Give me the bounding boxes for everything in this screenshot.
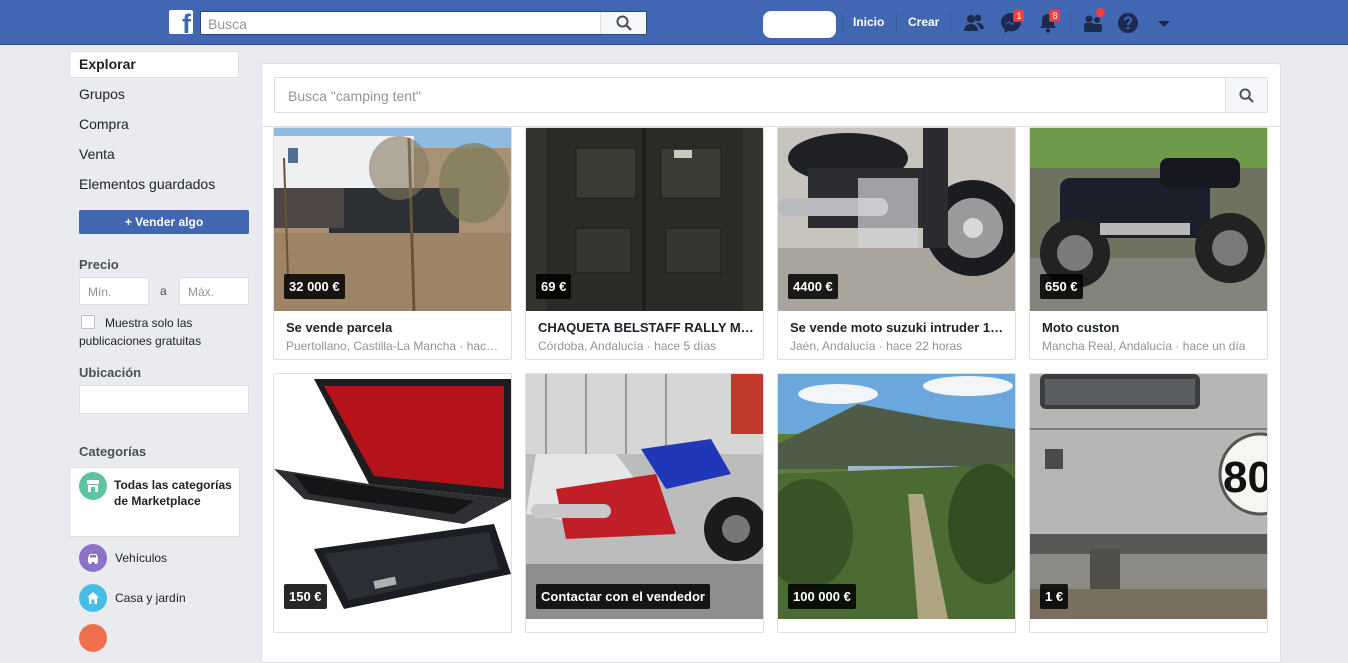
- listing-card[interactable]: 100 000 €: [777, 373, 1016, 633]
- contact-seller-badge: Contactar con el vendedor: [536, 584, 710, 609]
- listing-photo-rural-land: [778, 374, 1015, 619]
- listing-location-time: Mancha Real, Andalucía · hace un día: [1042, 339, 1246, 353]
- help-question-icon[interactable]: [1117, 12, 1139, 34]
- price-heading: Precio: [79, 257, 119, 272]
- nav-separator: [842, 14, 843, 32]
- new-activity-dot: [1096, 8, 1105, 17]
- listing-card[interactable]: Contactar con el vendedor: [525, 373, 764, 633]
- listing-photo-trailer: 80: [1030, 374, 1267, 619]
- categories-heading: Categorías: [79, 444, 147, 459]
- listing-card[interactable]: 150 €: [273, 373, 512, 633]
- nav-separator: [1070, 14, 1071, 32]
- price-max-input[interactable]: Máx.: [179, 277, 249, 305]
- notifications-badge: 8: [1049, 9, 1061, 22]
- nav-separator: [896, 14, 897, 32]
- listing-title[interactable]: CHAQUETA BELSTAFF RALLY MASTER: [538, 320, 754, 335]
- listing-title[interactable]: Moto custon: [1042, 320, 1258, 335]
- global-search-input[interactable]: Busca: [200, 11, 647, 35]
- home-link[interactable]: Inicio: [853, 15, 884, 29]
- sidebar-item-saved[interactable]: Elementos guardados: [69, 171, 239, 198]
- category-all-label[interactable]: Todas las categorías de Marketplace: [114, 477, 234, 509]
- sell-something-button[interactable]: + Vender algo: [79, 210, 249, 234]
- listing-location-time: Córdoba, Andalucía · hace 5 días: [538, 339, 717, 353]
- search-icon: [616, 15, 632, 31]
- listing-title[interactable]: Se vende moto suzuki intruder 1500: [790, 320, 1006, 335]
- profile-button[interactable]: [763, 11, 836, 38]
- marketplace-search-input[interactable]: Busca "camping tent": [274, 77, 1268, 113]
- sidebar-item-groups[interactable]: Grupos: [69, 81, 239, 108]
- listing-card[interactable]: 32 000 € Se vende parcela Puertollano, C…: [273, 127, 512, 360]
- car-icon[interactable]: [79, 544, 107, 572]
- listing-photo-sport-motorcycle: [526, 374, 763, 619]
- sidebar-item-buy[interactable]: Compra: [69, 111, 239, 138]
- marketplace-search-button[interactable]: [1225, 78, 1267, 112]
- location-input[interactable]: [79, 385, 249, 414]
- location-heading: Ubicación: [79, 365, 142, 380]
- category-vehicles-label[interactable]: Vehículos: [115, 551, 167, 565]
- sidebar-item-sell[interactable]: Venta: [69, 141, 239, 168]
- house-icon[interactable]: [79, 584, 107, 612]
- listing-price-badge: 4400 €: [788, 274, 838, 299]
- listing-card[interactable]: 4400 € Se vende moto suzuki intruder 150…: [777, 127, 1016, 360]
- category-home-garden-label[interactable]: Casa y jardín: [115, 591, 186, 605]
- create-link[interactable]: Crear: [908, 15, 939, 29]
- listing-price-badge: 150 €: [284, 584, 327, 609]
- search-icon: [1239, 88, 1254, 103]
- marketplace-search-placeholder: Busca "camping tent": [288, 88, 421, 104]
- top-navigation-bar: f Busca Inicio Crear 1 8: [0, 0, 1348, 45]
- price-min-input[interactable]: Mín.: [79, 277, 149, 305]
- global-search-placeholder: Busca: [208, 16, 247, 32]
- messages-badge: 1: [1013, 9, 1025, 22]
- listing-price-badge: 32 000 €: [284, 274, 345, 299]
- free-only-label[interactable]: Muestra solo las publicaciones gratuitas: [79, 314, 249, 350]
- category-more-icon[interactable]: [79, 624, 107, 652]
- listing-card[interactable]: 650 € Moto custon Mancha Real, Andalucía…: [1029, 127, 1268, 360]
- storefront-icon: [79, 472, 107, 500]
- global-search-button[interactable]: [600, 12, 646, 34]
- price-range-separator: a: [160, 284, 167, 298]
- friend-requests-icon[interactable]: [963, 12, 985, 34]
- listing-card[interactable]: 80 1 €: [1029, 373, 1268, 633]
- listing-photo-laptop: [274, 374, 511, 619]
- listing-price-badge: 100 000 €: [788, 584, 856, 609]
- facebook-logo-icon[interactable]: f: [169, 10, 193, 34]
- listing-title[interactable]: Se vende parcela: [286, 320, 502, 335]
- sidebar-item-explore[interactable]: Explorar: [69, 51, 239, 78]
- listing-price-badge: 650 €: [1040, 274, 1083, 299]
- listing-price-badge: 1 €: [1040, 584, 1069, 609]
- listing-location-time: Jaén, Andalucía · hace 22 horas: [790, 339, 963, 353]
- account-menu-chevron-icon[interactable]: [1153, 12, 1175, 34]
- nav-separator: [950, 14, 951, 32]
- listing-location-time: Puertollano, Castilla-La Mancha · hace 1…: [286, 339, 502, 353]
- listing-price-badge: 69 €: [536, 274, 572, 299]
- svg-text:80: 80: [1223, 453, 1267, 502]
- listing-card[interactable]: 69 € CHAQUETA BELSTAFF RALLY MASTER Córd…: [525, 127, 764, 360]
